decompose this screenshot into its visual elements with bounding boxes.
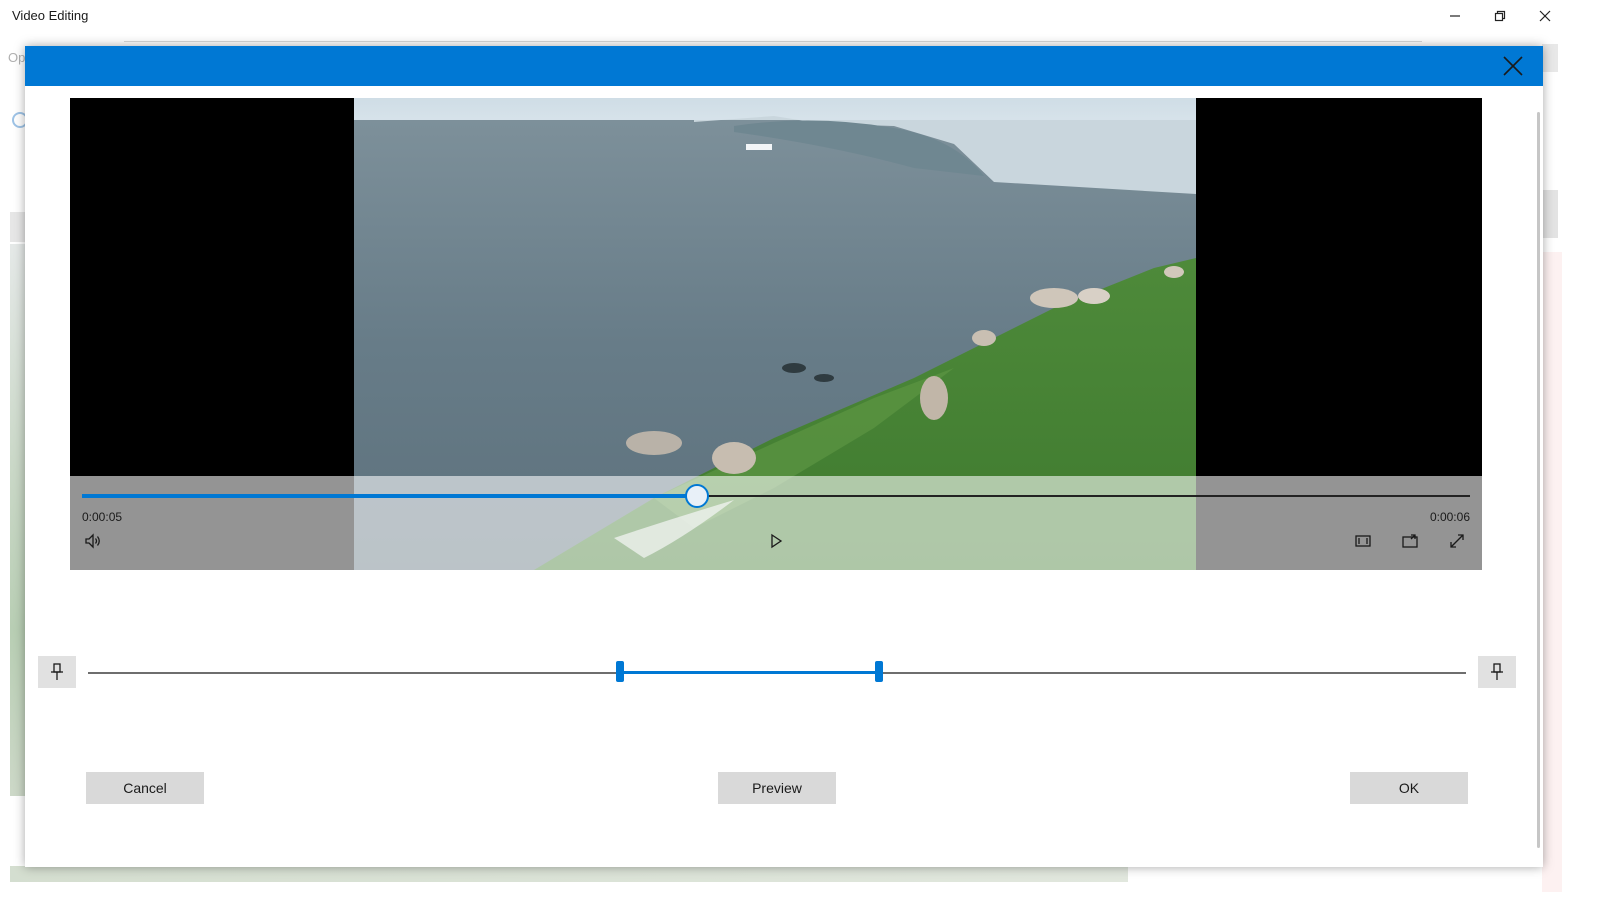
minimize-icon — [1450, 15, 1460, 17]
fullscreen-button[interactable] — [1444, 528, 1470, 554]
background-hint-text: Op — [8, 50, 26, 65]
fullscreen-icon — [1450, 534, 1464, 548]
player-controls-bar — [70, 476, 1482, 570]
dialog-scrollbar[interactable] — [1537, 112, 1540, 848]
background-panel-right — [1542, 252, 1562, 892]
pin-icon — [1491, 663, 1503, 680]
video-player[interactable]: 0:00:05 0:00:06 — [70, 98, 1482, 570]
pin-start-button[interactable] — [38, 656, 76, 688]
close-icon — [1503, 56, 1523, 76]
volume-button[interactable] — [80, 528, 106, 554]
aspect-ratio-button[interactable] — [1350, 528, 1376, 554]
pin-end-button[interactable] — [1478, 656, 1516, 688]
seek-thumb[interactable] — [684, 484, 709, 508]
restore-button[interactable] — [1477, 0, 1523, 32]
window-titlebar: Video Editing — [0, 0, 1600, 34]
pin-icon — [51, 663, 63, 680]
play-button[interactable] — [763, 528, 789, 554]
seek-progress — [82, 494, 697, 498]
total-time: 0:00:06 — [1429, 510, 1470, 524]
current-time: 0:00:05 — [82, 510, 123, 524]
ok-button[interactable]: OK — [1350, 772, 1468, 804]
cast-button[interactable] — [1397, 528, 1423, 554]
background-card-right-2 — [1542, 190, 1558, 238]
dialog-close-button[interactable] — [1501, 54, 1525, 78]
minimize-button[interactable] — [1432, 0, 1478, 32]
volume-icon — [85, 533, 100, 549]
trim-video-dialog: 0:00:05 0:00:06 Cancel Preview OK — [25, 46, 1543, 867]
restore-icon — [1494, 10, 1506, 22]
dialog-header — [25, 46, 1543, 86]
window-close-button[interactable] — [1522, 0, 1568, 32]
close-icon — [1539, 10, 1551, 22]
trim-start-handle[interactable] — [615, 661, 624, 682]
trim-end-handle[interactable] — [874, 661, 883, 682]
aspect-ratio-icon — [1355, 535, 1371, 547]
play-icon — [771, 533, 783, 549]
background-strip — [10, 866, 1128, 882]
cast-icon — [1402, 534, 1418, 548]
trim-selected-range — [619, 671, 879, 674]
background-card-right — [1542, 44, 1558, 72]
cancel-button[interactable]: Cancel — [86, 772, 204, 804]
preview-button[interactable]: Preview — [718, 772, 836, 804]
window-title: Video Editing — [12, 8, 89, 23]
